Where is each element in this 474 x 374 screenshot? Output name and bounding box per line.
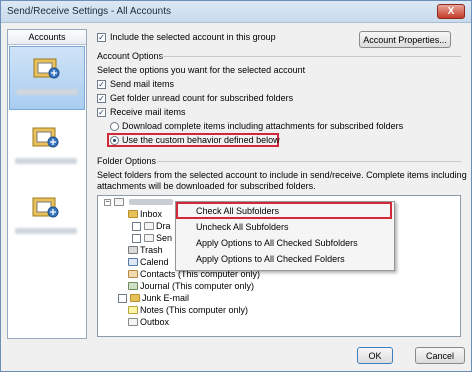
send-receive-settings-window: Send/Receive Settings - All Accounts X A… [0, 0, 472, 372]
get-unread-checkbox[interactable]: ✓ [97, 94, 106, 103]
notes-icon [128, 306, 138, 314]
folder-options-heading: Folder Options [97, 156, 157, 166]
tree-folder-journal[interactable]: Journal (This computer only) [128, 280, 254, 292]
folder-icon [144, 222, 154, 230]
ok-button[interactable]: OK [357, 347, 393, 364]
folder-checkbox[interactable] [132, 222, 141, 231]
tree-folder-calendar[interactable]: Calend [128, 256, 169, 268]
folder-label: Trash [140, 245, 163, 255]
tree-folder-inbox[interactable]: Inbox [128, 208, 162, 220]
accounts-header: Accounts [8, 30, 86, 45]
tree-root-account[interactable] [114, 196, 173, 208]
folder-label: Sen [156, 233, 173, 243]
tree-folder-trash[interactable]: Trash [128, 244, 163, 256]
account-name-redacted [15, 228, 77, 234]
account-item-3[interactable] [9, 186, 85, 250]
menu-item-apply-checked-folders[interactable]: Apply Options to All Checked Folders [196, 252, 345, 266]
cancel-button[interactable]: Cancel [415, 347, 465, 364]
folder-options-description-1: Select folders from the selected account… [97, 170, 467, 180]
send-mail-label: Send mail items [110, 79, 175, 89]
journal-icon [128, 282, 138, 290]
tree-folder-sent[interactable]: Sen [144, 232, 172, 244]
contacts-icon [128, 270, 138, 278]
folder-icon [144, 234, 154, 242]
folder-label: Journal (This computer only) [140, 281, 255, 291]
receive-mail-checkbox[interactable]: ✓ [97, 108, 106, 117]
folder-label: Junk E-mail [142, 293, 190, 303]
folder-checkbox[interactable] [118, 294, 127, 303]
outbox-icon [128, 318, 138, 326]
custom-behavior-radio[interactable] [110, 136, 119, 145]
tree-folder-drafts[interactable]: Dra [144, 220, 171, 232]
custom-behavior-label: Use the custom behavior defined below [122, 135, 280, 145]
account-options-heading: Account Options [97, 51, 164, 61]
account-options-instruction: Select the options you want for the sele… [97, 65, 306, 75]
menu-item-uncheck-all[interactable]: Uncheck All Subfolders [196, 220, 289, 234]
account-name-redacted [128, 199, 173, 205]
account-name-redacted [16, 89, 78, 95]
folder-label: Calend [140, 257, 169, 267]
divider [161, 56, 461, 57]
collapse-toggle[interactable]: − [104, 199, 111, 206]
tree-folder-outbox[interactable]: Outbox [128, 316, 169, 328]
context-menu: Check All Subfolders Uncheck All Subfold… [175, 201, 395, 271]
account-icon [33, 58, 60, 79]
tree-folder-notes[interactable]: Notes (This computer only) [128, 304, 248, 316]
send-mail-checkbox[interactable]: ✓ [97, 80, 106, 89]
include-account-checkbox[interactable]: ✓ [97, 33, 106, 42]
include-account-label: Include the selected account in this gro… [110, 32, 276, 42]
accounts-list[interactable]: Accounts [7, 29, 87, 339]
account-name-redacted [15, 158, 77, 164]
download-complete-radio[interactable] [110, 122, 119, 131]
folder-label: Inbox [140, 209, 163, 219]
folder-icon [128, 210, 138, 218]
tree-folder-junk[interactable]: Junk E-mail [130, 292, 189, 304]
mailbox-icon [114, 198, 124, 206]
get-unread-label: Get folder unread count for subscribed f… [110, 93, 294, 103]
receive-mail-label: Receive mail items [110, 107, 186, 117]
folder-checkbox[interactable] [132, 234, 141, 243]
folder-options-description-2: attachments will be downloaded for subsc… [97, 181, 316, 191]
trash-icon [128, 246, 138, 254]
folder-label: Outbox [140, 317, 170, 327]
account-item-2[interactable] [9, 116, 85, 180]
account-properties-button[interactable]: Account Properties... [359, 31, 451, 48]
divider [157, 161, 461, 162]
calendar-icon [128, 258, 138, 266]
folder-icon [130, 294, 140, 302]
account-icon [32, 197, 59, 218]
folder-label: Notes (This computer only) [140, 305, 249, 315]
folder-label: Dra [156, 221, 171, 231]
account-icon [32, 127, 59, 148]
menu-item-apply-checked-subfolders[interactable]: Apply Options to All Checked Subfolders [196, 236, 358, 250]
title-bar: Send/Receive Settings - All Accounts X [1, 1, 471, 23]
download-complete-label: Download complete items including attach… [122, 121, 404, 131]
menu-item-check-all[interactable]: Check All Subfolders [196, 204, 279, 218]
close-button[interactable]: X [437, 4, 465, 19]
account-item-1[interactable] [9, 46, 85, 110]
window-title: Send/Receive Settings - All Accounts [7, 6, 171, 17]
